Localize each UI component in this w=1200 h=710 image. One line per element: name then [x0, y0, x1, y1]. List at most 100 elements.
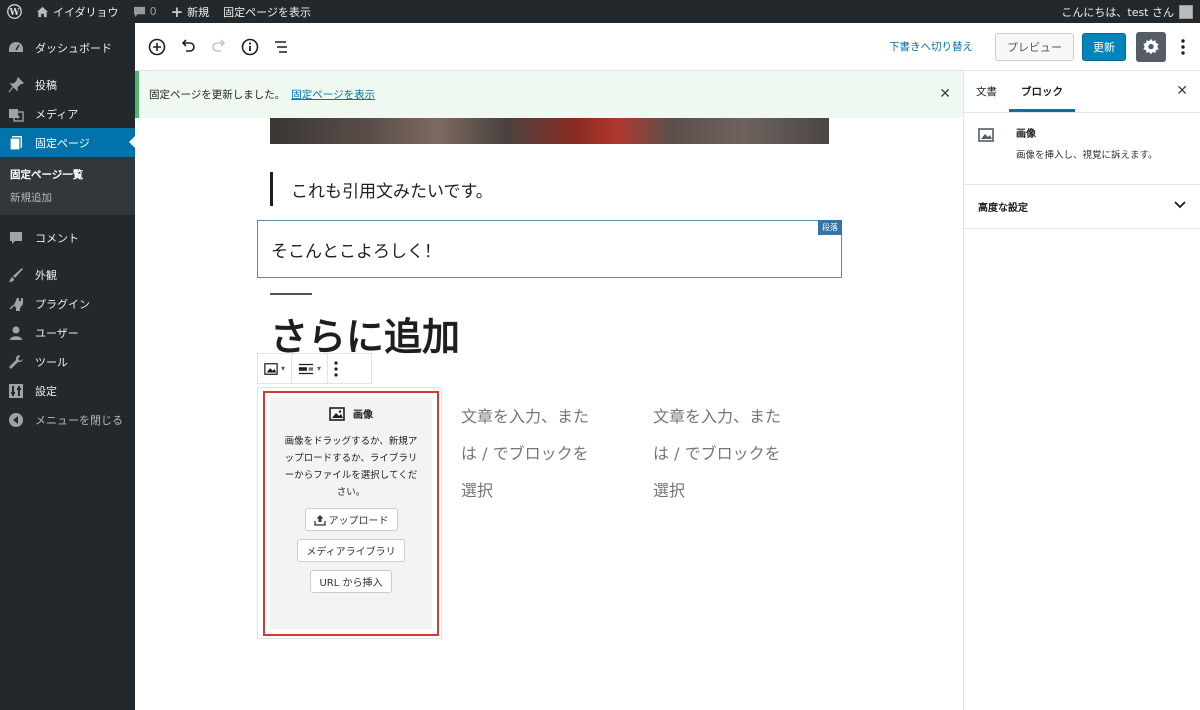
sidebar-item-tools[interactable]: ツール — [0, 347, 135, 376]
avatar — [1179, 4, 1193, 19]
chevron-down-icon — [1174, 201, 1186, 212]
block-navigation-icon[interactable] — [266, 32, 296, 62]
sidebar-item-users[interactable]: ユーザー — [0, 318, 135, 347]
comment-icon — [7, 229, 25, 247]
collapse-menu-button[interactable]: メニューを閉じる — [0, 405, 135, 434]
add-block-icon[interactable] — [142, 32, 172, 62]
sidebar-item-posts[interactable]: 投稿 — [0, 70, 135, 99]
pin-icon — [7, 76, 25, 94]
editor-toolbar: 下書きへ切り替え プレビュー 更新 — [135, 23, 1200, 71]
column-placeholder-1[interactable]: 文章を入力、または / でブロックを選択 — [461, 398, 591, 509]
media-icon — [7, 105, 25, 123]
toolbar-right: 下書きへ切り替え プレビュー 更新 — [889, 31, 1200, 62]
undo-icon[interactable] — [173, 32, 203, 62]
paragraph-text[interactable]: そこんとこよろしく！ — [271, 237, 441, 262]
notice-message: 固定ページを更新しました。 — [149, 89, 286, 101]
more-options-icon[interactable] — [1170, 32, 1196, 62]
submenu-add-new[interactable]: 新規追加 — [0, 186, 135, 209]
settings-gear-icon[interactable] — [1136, 31, 1166, 62]
sidebar-item-appearance[interactable]: 外観 — [0, 260, 135, 289]
sidebar-item-label: 外観 — [35, 268, 57, 282]
advanced-settings-toggle[interactable]: 高度な設定 — [964, 185, 1200, 229]
close-settings-icon[interactable]: ✕ — [1176, 83, 1188, 99]
image-icon — [329, 406, 345, 421]
info-icon[interactable] — [235, 32, 265, 62]
new-label: 新規 — [187, 5, 210, 19]
close-icon[interactable]: ✕ — [939, 86, 951, 102]
preview-button[interactable]: プレビュー — [995, 32, 1074, 61]
admin-bar: W イイダリョウ 0 + 新規 固定ページを表示 こんにちは、test さん — [0, 0, 1200, 23]
view-page-label: 固定ページを表示 — [223, 5, 311, 19]
new-content-link[interactable]: + 新規 — [164, 0, 217, 23]
collapse-icon — [7, 411, 25, 429]
image-block-highlight: 画像 画像をドラッグするか、新規アップロードするか、ライブラリーからファイルを選… — [263, 391, 439, 636]
paragraph-block[interactable]: そこんとこよろしく！ 段落 — [257, 220, 842, 278]
change-alignment-button[interactable]: ▾ — [292, 354, 329, 383]
sidebar-item-settings[interactable]: 設定 — [0, 376, 135, 405]
image-block[interactable]: 画像 画像をドラッグするか、新規アップロードするか、ライブラリーからファイルを選… — [257, 387, 442, 639]
settings-sidebar: 文書 ブロック ✕ 画像 画像を挿入し、視覚に訴えます。 高度な設定 — [963, 71, 1200, 710]
wordpress-logo-icon[interactable]: W — [0, 0, 29, 23]
sidebar-item-media[interactable]: メディア — [0, 99, 135, 128]
image-placeholder-instructions: 画像をドラッグするか、新規アップロードするか、ライブラリーからファイルを選択して… — [284, 436, 418, 498]
admin-sidebar: ダッシュボード 投稿 メディア 固定ページ 固定ページ一覧 新規追加 コメント … — [0, 23, 135, 710]
advanced-settings-label: 高度な設定 — [978, 203, 1028, 214]
sidebar-item-comments[interactable]: コメント — [0, 223, 135, 252]
update-button[interactable]: 更新 — [1082, 32, 1126, 61]
tab-document[interactable]: 文書 — [964, 71, 1009, 112]
sidebar-item-plugins[interactable]: プラグイン — [0, 289, 135, 318]
image-placeholder-label: 画像 — [353, 410, 373, 421]
quote-block[interactable]: これも引用文みたいです。 — [270, 172, 493, 206]
upload-button[interactable]: アップロード — [304, 508, 398, 531]
plugin-icon — [7, 295, 25, 313]
sidebar-item-label: ツール — [35, 355, 68, 369]
view-page-link[interactable]: 固定ページを表示 — [216, 0, 318, 23]
media-library-button[interactable]: メディアライブラリ — [297, 539, 405, 562]
image-block-partial[interactable] — [270, 118, 829, 144]
my-account-link[interactable]: こんにちは、test さん — [1054, 0, 1200, 23]
site-name: イイダリョウ — [53, 5, 119, 19]
quote-text: これも引用文みたいです。 — [291, 181, 493, 202]
upload-icon — [313, 514, 326, 526]
settings-tabs: 文書 ブロック ✕ — [964, 71, 1200, 113]
comments-count: 0 — [149, 5, 157, 18]
change-block-type-button[interactable]: ▾ — [258, 354, 293, 383]
sidebar-item-label: ダッシュボード — [35, 41, 112, 55]
block-card-title: 画像 — [1016, 129, 1036, 140]
greeting-text: こんにちは、test さん — [1061, 5, 1174, 19]
sidebar-item-label: コメント — [35, 231, 79, 245]
view-page-notice-link[interactable]: 固定ページを表示 — [291, 87, 375, 102]
upload-button-label: アップロード — [328, 516, 389, 527]
block-more-options-icon[interactable] — [328, 354, 344, 383]
column-placeholder-2[interactable]: 文章を入力、または / でブロックを選択 — [653, 398, 783, 509]
sidebar-item-label: 設定 — [35, 384, 57, 398]
sidebar-item-label: 固定ページ — [35, 136, 90, 150]
svg-text:W: W — [8, 8, 20, 18]
sidebar-item-dashboard[interactable]: ダッシュボード — [0, 33, 135, 62]
switch-to-draft-link[interactable]: 下書きへ切り替え — [889, 39, 973, 54]
block-toolbar: ▾ ▾ — [257, 353, 372, 384]
block-card: 画像 画像を挿入し、視覚に訴えます。 — [964, 113, 1200, 185]
image-placeholder-title: 画像 — [329, 406, 373, 421]
image-block-icon — [978, 125, 1002, 172]
insert-from-url-button[interactable]: URL から挿入 — [310, 570, 392, 593]
sidebar-item-label: メニューを閉じる — [35, 413, 123, 427]
separator-block[interactable] — [270, 293, 312, 295]
site-name-link[interactable]: イイダリョウ — [29, 0, 126, 23]
block-type-badge: 段落 — [818, 220, 842, 235]
submenu-all-pages[interactable]: 固定ページ一覧 — [0, 163, 135, 186]
block-card-description: 画像を挿入し、視覚に訴えます。 — [1016, 150, 1158, 161]
comment-bubble-icon — [133, 6, 146, 18]
comments-link[interactable]: 0 — [126, 0, 164, 23]
tools-icon — [7, 353, 25, 371]
plus-icon: + — [170, 2, 184, 21]
dashboard-icon — [7, 39, 25, 57]
sidebar-item-pages[interactable]: 固定ページ — [0, 128, 135, 157]
sidebar-item-label: メディア — [35, 107, 79, 121]
sidebar-item-label: ユーザー — [35, 326, 79, 340]
redo-icon[interactable] — [204, 32, 234, 62]
home-icon — [36, 6, 49, 18]
editor-canvas: これも引用文みたいです。 そこんとこよろしく！ 段落 さらに追加 ▾ ▾ 画像 … — [135, 118, 963, 710]
tab-block[interactable]: ブロック — [1009, 71, 1075, 112]
pages-icon — [7, 134, 25, 152]
